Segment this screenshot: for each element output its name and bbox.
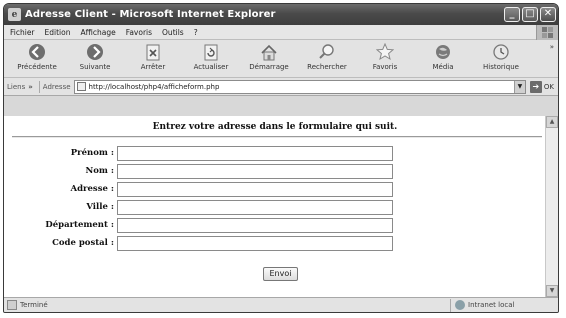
prenom-input[interactable] [117, 146, 393, 161]
media-icon [433, 43, 453, 61]
title-bar[interactable]: e Adresse Client - Microsoft Internet Ex… [4, 4, 558, 25]
nom-label: Nom : [85, 166, 114, 176]
close-button[interactable]: ✕ [540, 7, 556, 22]
code-postal-label: Code postal : [52, 238, 114, 248]
address-bar: Liens » Adresse ▼ ➔ OK [4, 78, 558, 96]
refresh-label: Actualiser [193, 63, 229, 71]
form-row-adresse: Adresse : [4, 182, 546, 197]
home-button[interactable]: Démarrage [240, 40, 298, 71]
stop-icon [143, 43, 163, 61]
menu-favorites[interactable]: Favoris [126, 28, 152, 37]
maximize-button[interactable]: □ [522, 7, 538, 22]
forward-label: Suivante [79, 63, 111, 71]
security-zone: Intranet local [450, 298, 558, 312]
go-label: OK [543, 82, 554, 91]
address-dropdown-icon[interactable]: ▼ [513, 80, 525, 93]
forward-button[interactable]: Suivante [66, 40, 124, 71]
go-arrow-icon: ➔ [529, 80, 542, 93]
standard-toolbar: Précédente Suivante Arrêter Actualiser D… [4, 40, 558, 78]
home-label: Démarrage [249, 63, 289, 71]
horizontal-rule [12, 136, 542, 138]
back-icon [27, 43, 47, 61]
code-postal-input[interactable] [117, 236, 393, 251]
page-icon [76, 82, 86, 91]
menu-tools[interactable]: Outils [162, 28, 184, 37]
scroll-down-icon[interactable]: ▼ [546, 285, 558, 297]
submit-button[interactable]: Envoi [263, 267, 298, 281]
page-content: Entrez votre adresse dans le formulaire … [4, 116, 546, 297]
menu-file[interactable]: Fichier [10, 28, 35, 37]
page-status-icon [7, 300, 17, 310]
links-label[interactable]: Liens [7, 83, 25, 91]
ie-logo-icon: e [8, 8, 21, 21]
menu-edit[interactable]: Edition [45, 28, 71, 37]
favorites-label: Favoris [372, 63, 398, 71]
media-label: Média [432, 63, 454, 71]
history-label: Historique [483, 63, 519, 71]
forward-icon [85, 43, 105, 61]
favorites-icon [375, 43, 395, 61]
departement-label: Département : [45, 220, 114, 230]
home-icon [259, 43, 279, 61]
go-button[interactable]: ➔ OK [529, 80, 554, 93]
stop-label: Arrêter [140, 63, 166, 71]
toolbar-overflow-chevron[interactable]: » [550, 43, 554, 51]
departement-input[interactable] [117, 218, 393, 233]
refresh-icon [201, 43, 221, 61]
stop-button[interactable]: Arrêter [124, 40, 182, 71]
back-label: Précédente [17, 63, 57, 71]
form-row-prenom: Prénom : [4, 146, 546, 161]
adresse-input[interactable] [117, 182, 393, 197]
ville-label: Ville : [86, 202, 114, 212]
address-separator [38, 80, 40, 93]
media-button[interactable]: Média [414, 40, 472, 71]
address-input[interactable] [88, 82, 514, 91]
menu-view[interactable]: Affichage [80, 28, 115, 37]
window-title: Adresse Client - Microsoft Internet Expl… [25, 9, 276, 20]
windows-flag-icon [536, 25, 558, 40]
search-icon [317, 43, 337, 61]
links-chevron[interactable]: » [28, 83, 33, 91]
address-field[interactable]: ▼ [73, 79, 526, 94]
search-button[interactable]: Rechercher [298, 40, 356, 71]
search-label: Rechercher [307, 63, 347, 71]
refresh-button[interactable]: Actualiser [182, 40, 240, 71]
zone-label: Intranet local [468, 301, 515, 309]
back-button[interactable]: Précédente [8, 40, 66, 71]
browser-window: e Adresse Client - Microsoft Internet Ex… [3, 3, 559, 313]
intranet-globe-icon [455, 300, 465, 310]
address-label: Adresse [42, 82, 71, 91]
history-icon [491, 43, 511, 61]
nom-input[interactable] [117, 164, 393, 179]
prenom-label: Prénom : [70, 148, 114, 158]
form-heading: Entrez votre adresse dans le formulaire … [152, 122, 398, 132]
form-row-nom: Nom : [4, 164, 546, 179]
scroll-up-icon[interactable]: ▲ [546, 116, 558, 128]
favorites-button[interactable]: Favoris [356, 40, 414, 71]
status-bar: Terminé Intranet local [4, 297, 558, 312]
adresse-label: Adresse : [70, 184, 114, 194]
minimize-button[interactable]: _ [504, 7, 520, 22]
vertical-scrollbar[interactable]: ▲ ▼ [545, 116, 558, 297]
menu-bar: Fichier Edition Affichage Favoris Outils… [4, 25, 558, 40]
form-row-departement: Département : [4, 218, 546, 233]
history-button[interactable]: Historique [472, 40, 530, 71]
form-row-code-postal: Code postal : [4, 236, 546, 251]
status-text: Terminé [20, 301, 48, 309]
ville-input[interactable] [117, 200, 393, 215]
menu-help[interactable]: ? [194, 28, 198, 37]
form-row-ville: Ville : [4, 200, 546, 215]
